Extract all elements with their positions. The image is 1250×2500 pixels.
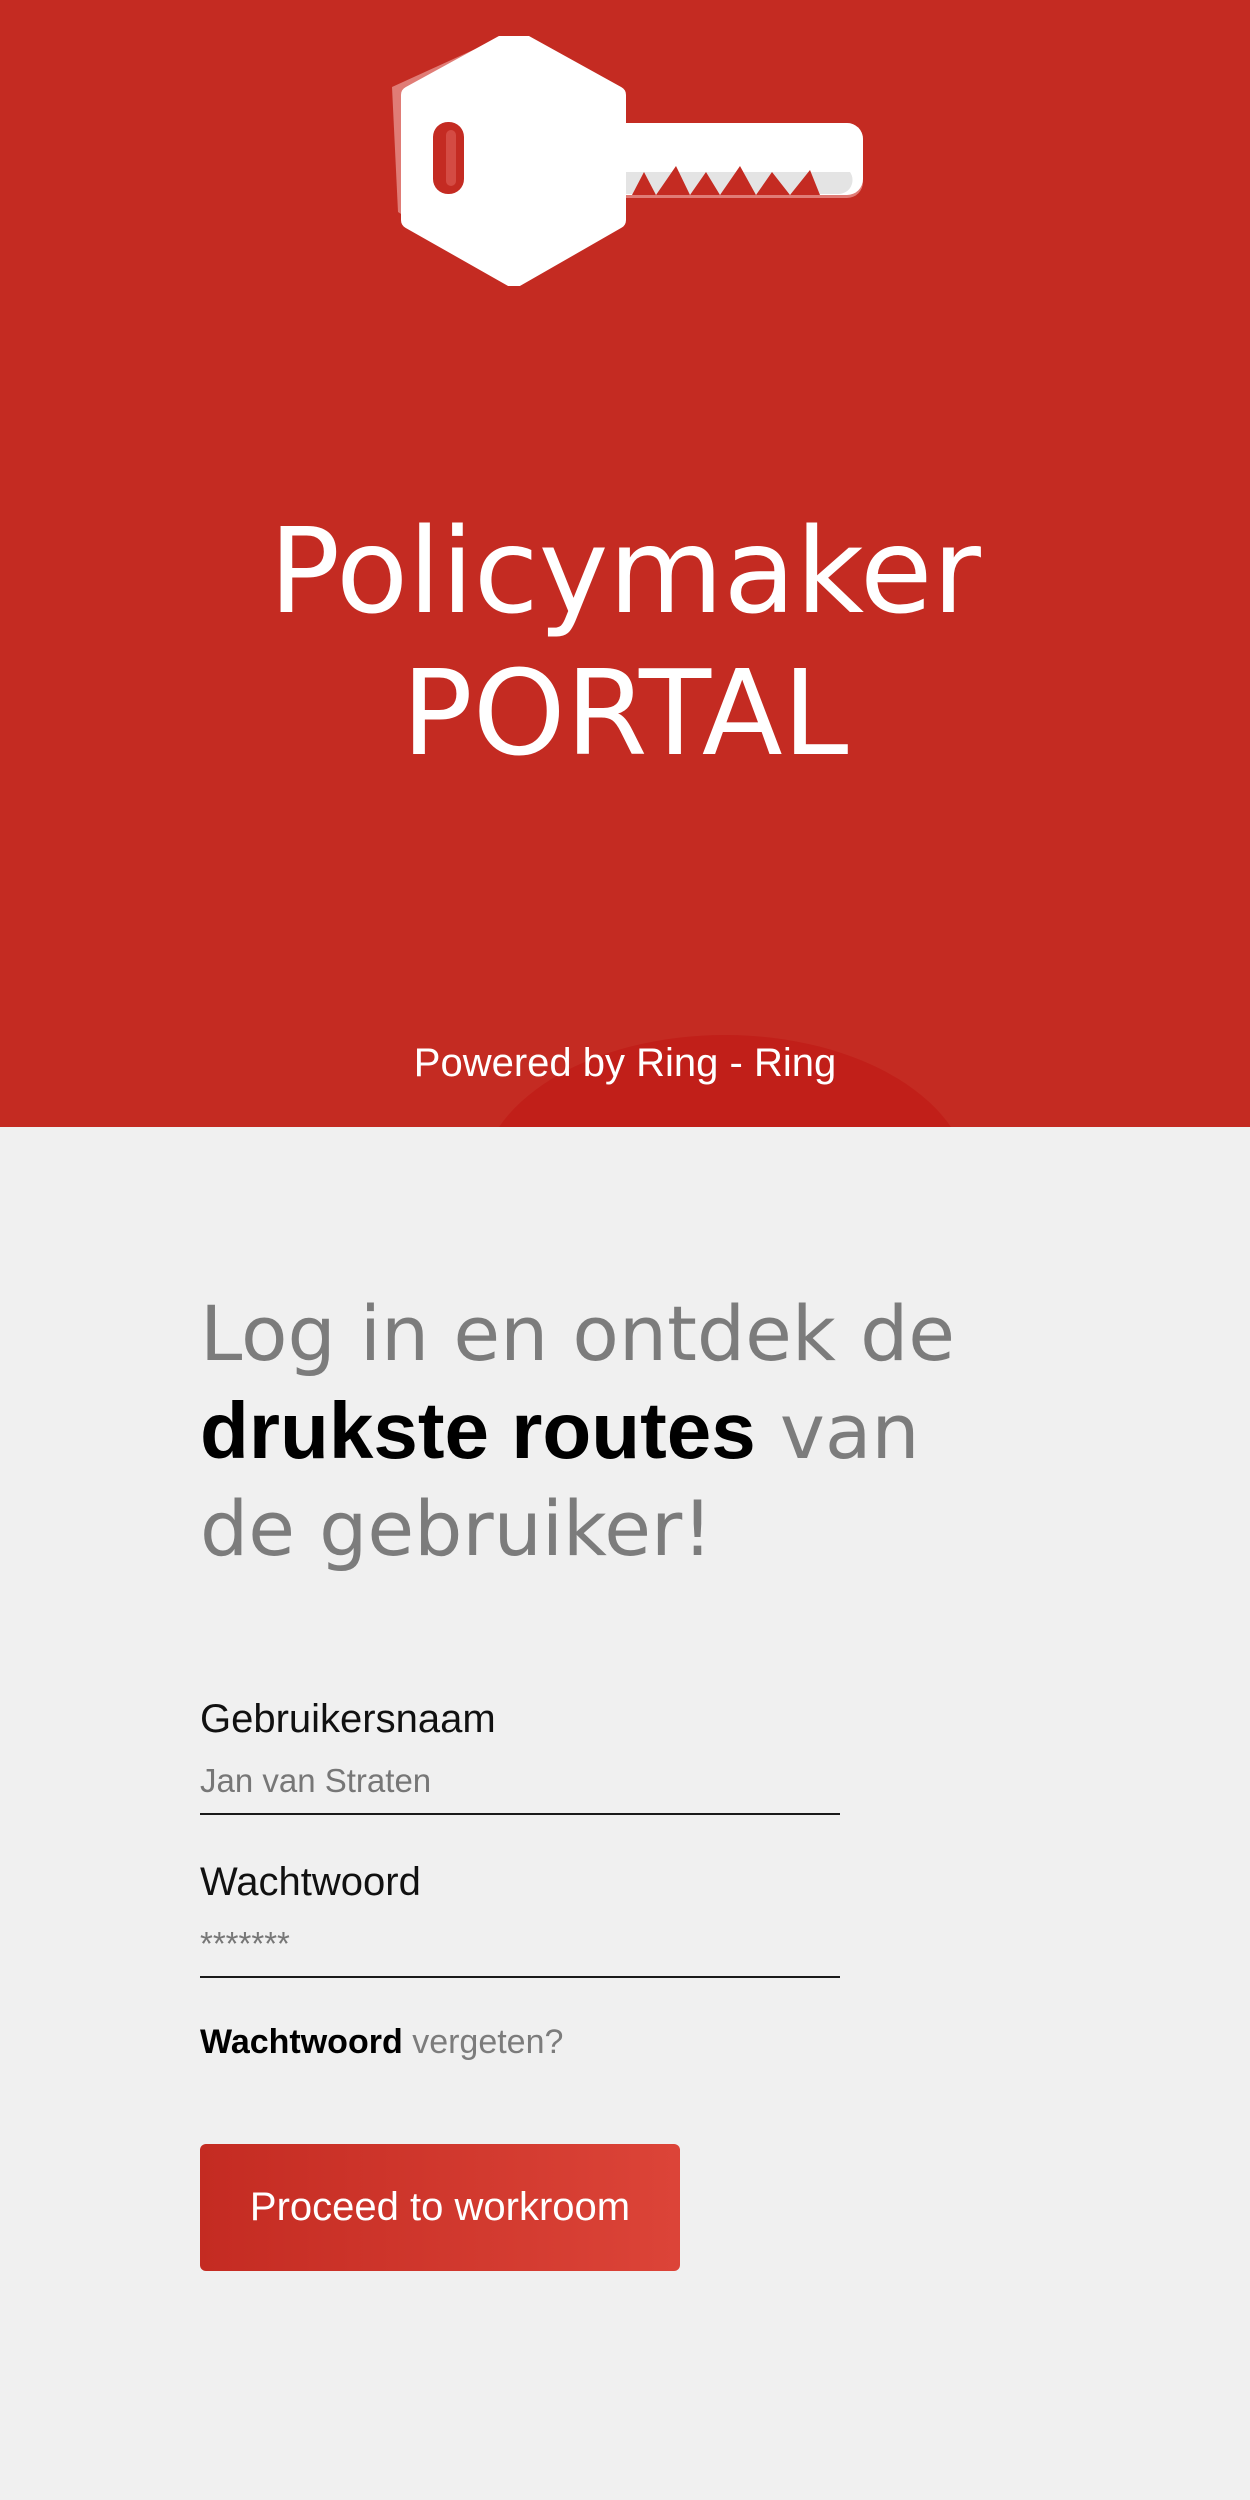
forgot-password-bold: Wachtwoord [200, 2023, 403, 2061]
forgot-password-link[interactable]: Wachtwoord vergeten? [200, 2020, 563, 2064]
hero-header: Policymaker PORTAL Powered by Ring - Rin… [0, 0, 1250, 1127]
login-headline: Log in en ontdek de drukste routes van de … [200, 1285, 1100, 1577]
username-label: Gebruikersnaam [200, 1697, 496, 1741]
headline-start: Log in en ontdek de [200, 1289, 956, 1378]
password-input[interactable] [200, 1912, 840, 1978]
headline-mid: van [779, 1387, 920, 1476]
powered-by-text: Powered by Ring - Ring [413, 1041, 837, 1085]
title-line-1: Policymaker [269, 502, 981, 640]
forgot-password-rest: vergeten? [412, 2023, 564, 2061]
username-input[interactable] [200, 1749, 840, 1815]
page-title: Policymaker PORTAL [0, 500, 1250, 784]
username-field-group: Gebruikersnaam [200, 1694, 840, 1815]
password-field-group: Wachtwoord [200, 1857, 840, 1978]
proceed-to-workroom-button[interactable]: Proceed to workroom [200, 2144, 680, 2271]
password-label: Wachtwoord [200, 1860, 421, 1904]
headline-bold: drukste routes [200, 1386, 756, 1475]
headline-end: de gebruiker! [200, 1484, 713, 1573]
title-line-2: PORTAL [401, 644, 849, 782]
key-icon [392, 36, 863, 286]
